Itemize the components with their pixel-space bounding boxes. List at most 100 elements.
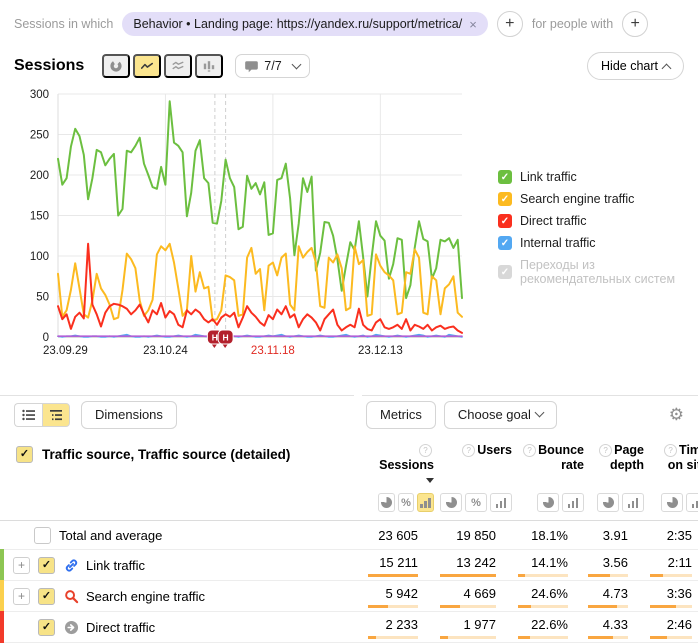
- table-row-total[interactable]: Total and average 23 60519 85018.1%3.912…: [0, 521, 698, 550]
- value-sparkbar: [368, 636, 418, 639]
- metric-value: 24.6%: [502, 581, 574, 611]
- column-header-bounce-rate[interactable]: ?Bounce rate: [518, 443, 590, 488]
- legend-checkbox[interactable]: ✓: [498, 192, 512, 206]
- forward-arrow-icon: [64, 620, 79, 635]
- chevron-up-icon: [662, 63, 672, 73]
- series-search-engine-traffic: [58, 244, 462, 321]
- metric-value: 18.1%: [502, 521, 574, 549]
- svg-text:100: 100: [30, 251, 49, 263]
- metric-value: 3.91: [574, 521, 634, 549]
- value-sparkbar: [518, 636, 568, 639]
- pie-display-toggle[interactable]: [597, 493, 619, 512]
- remove-filter-icon[interactable]: ×: [469, 18, 477, 31]
- metrics-button[interactable]: Metrics: [366, 401, 436, 429]
- chart-legend: ✓ Link traffic ✓ Search engine traffic ✓…: [498, 170, 698, 365]
- bars-display-toggle[interactable]: [417, 493, 434, 512]
- link-icon: [64, 558, 79, 573]
- bars-display-toggle[interactable]: [622, 493, 644, 512]
- tree-view-icon[interactable]: [42, 403, 70, 427]
- help-icon[interactable]: ?: [599, 444, 612, 457]
- pie-display-toggle[interactable]: [661, 493, 683, 512]
- pie-display-toggle[interactable]: [537, 493, 559, 512]
- add-people-filter-button[interactable]: +: [622, 11, 648, 37]
- sessions-line-chart[interactable]: 05010015020025030023.09.2923.10.2423.11.…: [8, 82, 486, 365]
- metric-value: 3:36: [634, 581, 698, 611]
- value-sparkbar: [518, 574, 568, 577]
- legend-item[interactable]: ✓ Direct traffic: [498, 214, 698, 228]
- row-checkbox[interactable]: ✓: [38, 557, 55, 574]
- sort-desc-icon: [426, 478, 434, 483]
- value-sparkbar: [650, 605, 692, 608]
- row-checkbox[interactable]: ✓: [38, 619, 55, 636]
- metric-value: 13 242: [424, 550, 502, 580]
- for-people-with-label: for people with: [532, 17, 613, 31]
- percent-display-toggle[interactable]: %: [398, 493, 415, 512]
- pie-display-toggle[interactable]: [440, 493, 462, 512]
- pie-chart-icon[interactable]: [102, 54, 130, 78]
- value-sparkbar: [440, 574, 496, 577]
- legend-label: Переходы из рекомендательных систем: [520, 258, 698, 286]
- table-rows: Total and average 23 60519 85018.1%3.912…: [0, 521, 698, 643]
- flat-list-view-icon[interactable]: [14, 403, 42, 427]
- table-row-direct-traffic[interactable]: ✓ Direct traffic 2 233 1 977 22.6% 4.33 …: [0, 612, 698, 643]
- metric-value: 3.56: [574, 550, 634, 580]
- svg-text:200: 200: [30, 170, 49, 182]
- column-header-time-on-site[interactable]: ?Time on site: [650, 443, 698, 488]
- help-icon[interactable]: ?: [523, 444, 536, 457]
- metric-value: 19 850: [424, 521, 502, 549]
- dimensions-button[interactable]: Dimensions: [81, 401, 177, 429]
- stacked-chart-icon[interactable]: [164, 54, 192, 78]
- pie-display-toggle[interactable]: [378, 493, 395, 512]
- gear-icon[interactable]: ⚙: [669, 405, 684, 425]
- metric-value: 22.6%: [502, 612, 574, 642]
- legend-checkbox[interactable]: ✓: [498, 214, 512, 228]
- legend-item[interactable]: ✓ Search engine traffic: [498, 192, 698, 206]
- bars-display-toggle[interactable]: [686, 493, 698, 512]
- column-chart-icon[interactable]: [195, 54, 223, 78]
- chart-header: Sessions 7/7 Hide chart: [0, 52, 698, 80]
- bars-display-toggle[interactable]: [562, 493, 584, 512]
- legend-item[interactable]: ✓ Переходы из рекомендательных систем: [498, 258, 698, 286]
- row-color-indicator: [0, 580, 4, 612]
- metric-value: 2 233: [362, 612, 424, 642]
- dimension-select-all-checkbox[interactable]: ✓: [16, 446, 33, 463]
- column-header-sessions[interactable]: ?Sessions: [378, 443, 440, 488]
- bars-display-toggle[interactable]: [490, 493, 512, 512]
- chart-title: Sessions: [14, 57, 84, 75]
- legend-item[interactable]: ✓ Link traffic: [498, 170, 698, 184]
- hide-chart-button[interactable]: Hide chart: [587, 52, 684, 80]
- line-chart-icon[interactable]: [133, 54, 161, 78]
- comment-icon: [245, 60, 258, 73]
- pie-toggle-icon: [603, 497, 614, 508]
- value-sparkbar: [588, 636, 628, 639]
- choose-goal-dropdown[interactable]: Choose goal: [444, 401, 557, 429]
- legend-item[interactable]: ✓ Internal traffic: [498, 236, 698, 250]
- view-mode-switch: [14, 403, 70, 427]
- bars-toggle-icon: [628, 498, 639, 508]
- expand-row-button[interactable]: +: [13, 588, 30, 605]
- legend-checkbox[interactable]: ✓: [498, 236, 512, 250]
- report-table-section: Dimensions Metrics Choose goal ⚙ ✓ Traff…: [0, 395, 698, 643]
- segment-filter-chip[interactable]: Behavior • Landing page: https://yandex.…: [122, 12, 487, 36]
- legend-checkbox[interactable]: ✓: [498, 170, 512, 184]
- table-row-link-traffic[interactable]: + ✓ Link traffic 15 211 13 242 14.1% 3.5…: [0, 550, 698, 581]
- help-icon[interactable]: ?: [462, 444, 475, 457]
- row-color-indicator: [0, 549, 4, 581]
- row-checkbox[interactable]: [34, 527, 51, 544]
- value-sparkbar: [368, 574, 418, 577]
- percent-display-toggle[interactable]: %: [465, 493, 487, 512]
- row-checkbox[interactable]: ✓: [38, 588, 55, 605]
- segments-dropdown[interactable]: 7/7: [235, 54, 309, 78]
- legend-checkbox[interactable]: ✓: [498, 265, 512, 279]
- table-row-search-engine-traffic[interactable]: + ✓ Search engine traffic 5 942 4 669 24…: [0, 581, 698, 612]
- svg-text:23.10.24: 23.10.24: [143, 345, 188, 357]
- add-session-filter-button[interactable]: +: [497, 11, 523, 37]
- filter-bar: Sessions in which Behavior • Landing pag…: [0, 0, 698, 37]
- metric-value: 1 977: [424, 612, 502, 642]
- help-icon[interactable]: ?: [419, 444, 432, 457]
- column-header-users[interactable]: ?Users: [440, 443, 518, 488]
- value-sparkbar: [650, 636, 692, 639]
- column-header-page-depth[interactable]: ?Page depth: [590, 443, 650, 488]
- expand-row-button[interactable]: +: [13, 557, 30, 574]
- help-icon[interactable]: ?: [664, 444, 677, 457]
